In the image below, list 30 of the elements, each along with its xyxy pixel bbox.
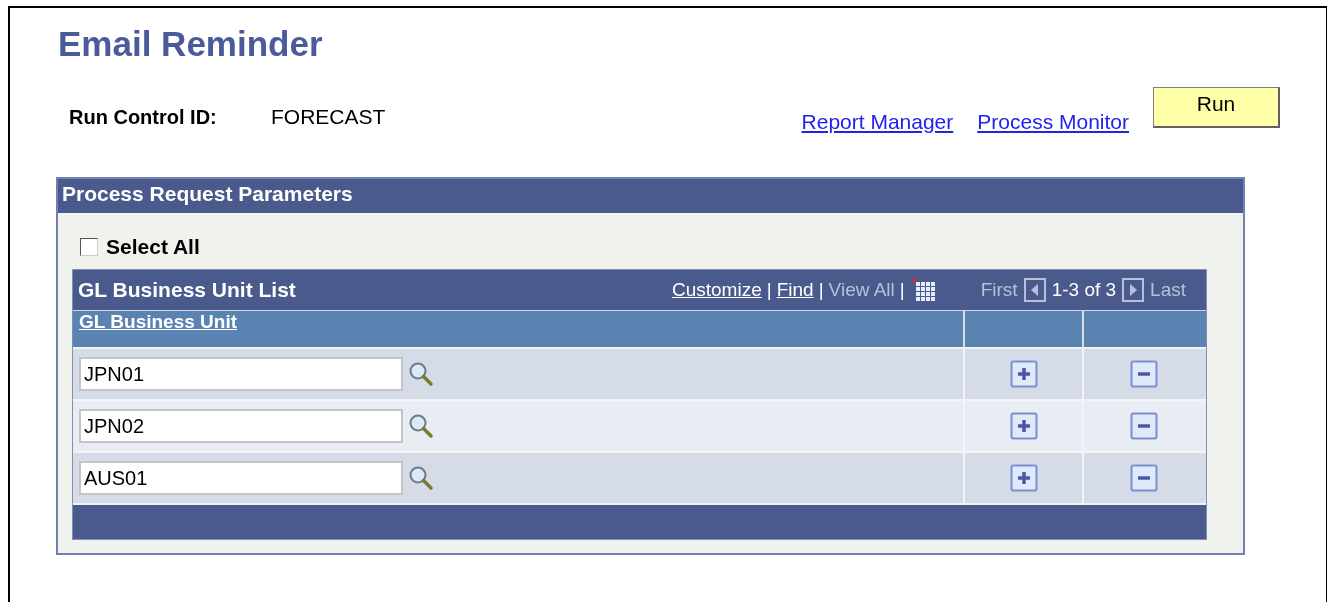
- separator: |: [818, 279, 824, 301]
- separator: |: [899, 279, 905, 301]
- delete-row-button[interactable]: [1130, 360, 1158, 388]
- add-row-button[interactable]: [1009, 464, 1038, 492]
- run-control-label: Run Control ID:: [69, 105, 218, 129]
- business-unit-field[interactable]: AUS01: [79, 461, 403, 495]
- spreadsheet-icon[interactable]: [909, 278, 936, 302]
- page-title: Email Reminder: [58, 24, 324, 65]
- checkbox[interactable]: [80, 238, 98, 256]
- panel-header: Process Request Parameters: [58, 179, 1243, 213]
- page-link[interactable]: Process Monitor: [977, 110, 1129, 134]
- checkbox-label: Select All: [106, 235, 200, 259]
- page-link[interactable]: Report Manager: [801, 110, 954, 134]
- add-row-button[interactable]: [1009, 360, 1038, 388]
- business-unit-field[interactable]: JPN02: [79, 409, 403, 443]
- delete-row-button[interactable]: [1130, 412, 1158, 440]
- grid-title: GL Business Unit List: [78, 278, 297, 302]
- column-header[interactable]: GL Business Unit: [73, 304, 243, 339]
- business-unit-field[interactable]: JPN01: [79, 357, 403, 391]
- delete-row-button[interactable]: [1130, 464, 1158, 492]
- row-range: 1-3 of 3: [1051, 279, 1117, 301]
- toolbar-link[interactable]: Customize: [672, 279, 762, 301]
- search-icon[interactable]: [407, 412, 435, 440]
- run-button[interactable]: Run: [1153, 86, 1280, 128]
- search-icon[interactable]: [407, 464, 435, 492]
- search-icon[interactable]: [407, 360, 435, 388]
- toolbar-link[interactable]: Find: [776, 279, 814, 301]
- run-control-value: FORECAST: [271, 105, 387, 129]
- add-row-button[interactable]: [1009, 412, 1038, 440]
- separator: |: [766, 279, 772, 301]
